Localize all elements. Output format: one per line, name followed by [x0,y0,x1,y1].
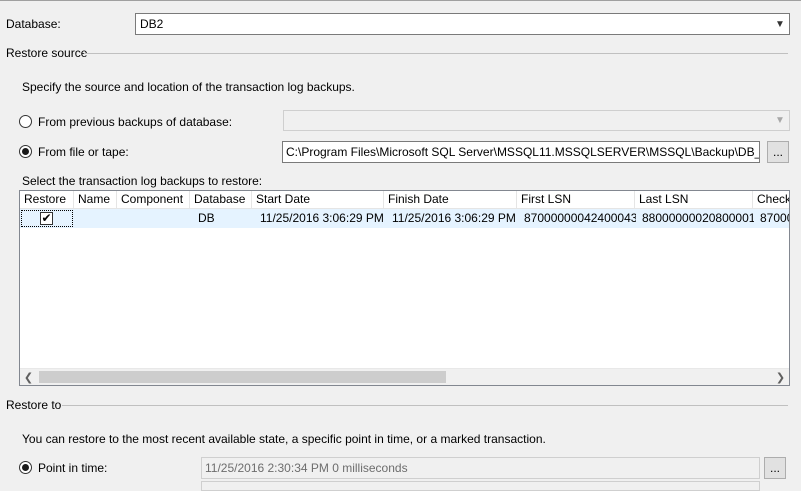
column-header-component[interactable]: Component [117,191,190,209]
previous-backups-label: From previous backups of database: [38,115,233,129]
cell-finish-date: 11/25/2016 3:06:29 PM [392,211,516,225]
restore-to-description: You can restore to the most recent avail… [22,432,546,446]
cell-checkpoint: 87000 [760,211,789,225]
file-or-tape-radio[interactable] [19,145,32,158]
database-label: Database: [6,17,61,31]
database-value: DB2 [140,17,164,31]
column-header-start-date[interactable]: Start Date [252,191,384,209]
restore-source-title: Restore source [6,46,88,60]
backup-file-path-input[interactable]: C:\Program Files\Microsoft SQL Server\MS… [282,141,760,163]
backups-grid-label: Select the transaction log backups to re… [22,174,263,188]
column-header-database[interactable]: Database [190,191,252,209]
cell-component [117,209,190,228]
cell-start-date: 11/25/2016 3:06:29 PM [260,211,384,225]
browse-file-button[interactable]: ... [767,141,789,163]
restore-checkbox[interactable]: ✔ [40,212,53,225]
column-header-checkpoint[interactable]: Checkp [753,191,789,209]
restore-source-description: Specify the source and location of the t… [22,80,355,94]
previous-backups-combo[interactable]: ▼ [283,110,790,131]
cell-database: DB [198,211,215,225]
cell-first-lsn: 87000000042400043 [524,211,636,225]
point-in-time-label: Point in time: [38,461,108,475]
group-divider [62,405,788,406]
horizontal-scrollbar[interactable]: ❮ ❯ [20,368,789,385]
table-row[interactable]: ✔ DB 11/25/2016 3:06:29 PM 11/25/2016 3:… [20,209,789,228]
scroll-right-icon[interactable]: ❯ [772,369,789,385]
point-in-time-radio[interactable] [19,461,32,474]
column-header-last-lsn[interactable]: Last LSN [635,191,753,209]
column-header-name[interactable]: Name [74,191,117,209]
backups-grid[interactable]: Restore Name Component Database Start Da… [19,190,790,386]
cell-last-lsn: 88000000020800001 [642,211,754,225]
chevron-down-icon: ▼ [775,115,785,126]
top-border [0,0,801,1]
grid-header: Restore Name Component Database Start Da… [20,191,789,209]
column-header-finish-date[interactable]: Finish Date [384,191,517,209]
scroll-left-icon[interactable]: ❮ [20,369,37,385]
column-header-restore[interactable]: Restore [20,191,74,209]
cell-name [74,209,117,228]
restore-to-title: Restore to [6,398,62,412]
column-header-first-lsn[interactable]: First LSN [517,191,635,209]
file-or-tape-label: From file or tape: [38,145,129,159]
database-combo[interactable]: DB2 ▼ [135,13,790,35]
point-in-time-input[interactable]: 11/25/2016 2:30:34 PM 0 milliseconds [201,457,760,479]
chevron-down-icon: ▼ [775,18,785,30]
group-divider [84,53,788,54]
previous-backups-radio[interactable] [19,115,32,128]
point-in-time-browse-button[interactable]: ... [764,457,786,479]
scrollbar-thumb[interactable] [39,371,446,383]
secondary-input [201,481,760,491]
